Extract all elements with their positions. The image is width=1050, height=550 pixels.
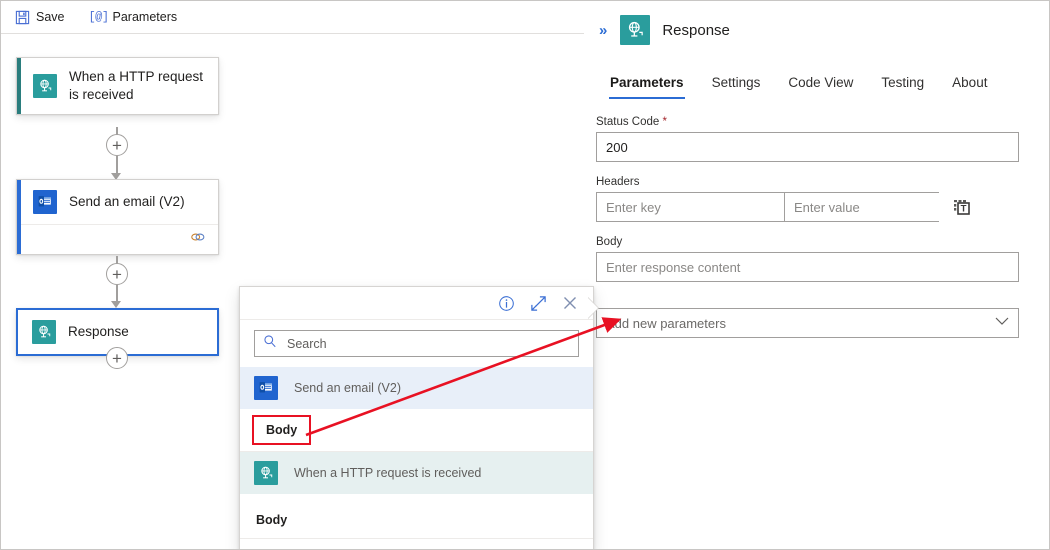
node-footer [17, 224, 218, 254]
chevron-double-right-icon[interactable]: » [596, 22, 608, 39]
connector-1b [116, 156, 118, 174]
header-key-placeholder: Enter key [606, 199, 661, 215]
node-accent-bar [17, 180, 21, 254]
add-step-button-3[interactable]: + [106, 347, 128, 369]
info-icon[interactable] [497, 294, 515, 312]
add-new-parameters-dropdown[interactable]: Add new parameters [596, 308, 1019, 338]
connector-2b [116, 285, 118, 302]
header-value-placeholder: Enter value [794, 199, 860, 215]
http-request-globe-icon [254, 461, 278, 485]
picker-group-title: Send an email (V2) [294, 381, 402, 395]
header-key-input[interactable]: Enter key [596, 192, 784, 222]
search-magnifier-icon [263, 334, 277, 353]
http-response-globe-icon [620, 15, 651, 45]
parameters-button-label: Parameters [112, 10, 178, 24]
headers-label: Headers [596, 176, 640, 188]
add-new-parameters-label: Add new parameters [606, 315, 726, 331]
parameters-button[interactable]: [@] Parameters [86, 6, 183, 28]
node-title: Send an email (V2) [69, 193, 185, 209]
body-input[interactable]: Enter response content [596, 252, 1019, 282]
picker-search-wrapper: Search [240, 320, 593, 367]
page-title: Response [662, 21, 730, 39]
tab-settings[interactable]: Settings [698, 69, 775, 99]
close-icon[interactable] [561, 294, 579, 312]
picker-item-label: Body [256, 513, 288, 527]
http-request-globe-icon [33, 74, 57, 99]
tab-label: Settings [711, 75, 761, 90]
picker-item-row: Body [240, 409, 593, 452]
tab-label: About [952, 75, 988, 90]
outlook-email-icon [254, 376, 278, 400]
picker-header [240, 287, 593, 320]
required-marker: * [662, 116, 667, 128]
status-code-value: 200 [606, 139, 628, 155]
dynamic-content-picker: Search Send an email (V2) Body When a HT… [239, 286, 594, 549]
search-input[interactable]: Search [254, 330, 579, 357]
picker-group-header-send-email[interactable]: Send an email (V2) [240, 367, 593, 409]
chevron-down-icon [995, 317, 1009, 329]
parameters-form: Status Code * 200 Headers Enter key Ente… [584, 100, 1049, 338]
node-header: When a HTTP request is received [17, 58, 218, 114]
svg-text:T: T [961, 204, 967, 215]
add-step-button-1[interactable]: + [106, 134, 128, 156]
tab-label: Code View [788, 75, 854, 90]
at-bracket-icon: [@] [88, 10, 109, 24]
status-code-input[interactable]: 200 [596, 132, 1019, 162]
picker-item-body-email[interactable]: Body [252, 415, 312, 445]
outlook-email-icon [33, 190, 57, 214]
status-code-label-text: Status Code [596, 116, 660, 128]
tab-label: Testing [881, 75, 925, 90]
expand-diagonal-icon[interactable] [529, 294, 547, 312]
body-label: Body [596, 236, 623, 248]
picker-group-title: When a HTTP request is received [294, 466, 482, 480]
picker-item-label: Body [266, 423, 298, 437]
tab-testing[interactable]: Testing [867, 69, 938, 99]
node-title: Response [68, 323, 129, 339]
save-button[interactable]: Save [9, 6, 70, 28]
header-value-input[interactable]: Enter value [784, 192, 939, 222]
tab-label: Parameters [610, 75, 684, 90]
logic-app-designer-window: Save [@] Parameters When a HTTP request … [0, 0, 1050, 550]
workflow-node-http-trigger[interactable]: When a HTTP request is received [16, 57, 219, 116]
connector-arrow-2 [111, 301, 121, 308]
search-placeholder: Search [287, 336, 327, 351]
panel-tabs: Parameters Settings Code View Testing Ab… [584, 55, 1049, 100]
tab-code-view[interactable]: Code View [774, 69, 867, 99]
body-placeholder: Enter response content [606, 259, 741, 275]
picker-callout-tail [587, 297, 598, 319]
status-code-label: Status Code * [596, 116, 1019, 128]
picker-item-body-http[interactable]: Body [240, 502, 593, 539]
node-title: When a HTTP request is received [69, 69, 204, 103]
node-accent-bar [17, 58, 21, 115]
save-button-label: Save [36, 10, 65, 24]
picker-group-header-http-trigger[interactable]: When a HTTP request is received [240, 452, 593, 494]
connection-link-icon[interactable] [190, 230, 206, 249]
workflow-node-send-email[interactable]: Send an email (V2) [16, 179, 219, 255]
http-response-globe-icon [32, 320, 56, 344]
add-step-button-2[interactable]: + [106, 263, 128, 285]
operation-details-panel: » Response Parameters Settings Code View… [584, 1, 1049, 549]
panel-header: » Response [584, 1, 1049, 55]
save-floppy-icon [14, 9, 30, 25]
tab-about[interactable]: About [938, 69, 1001, 99]
node-header: Send an email (V2) [17, 180, 218, 224]
designer-toolbar: Save [@] Parameters [1, 1, 584, 34]
insert-text-token-icon[interactable]: T [944, 192, 980, 222]
headers-row: Enter key Enter value T [596, 192, 1019, 222]
tab-parameters[interactable]: Parameters [596, 69, 698, 99]
